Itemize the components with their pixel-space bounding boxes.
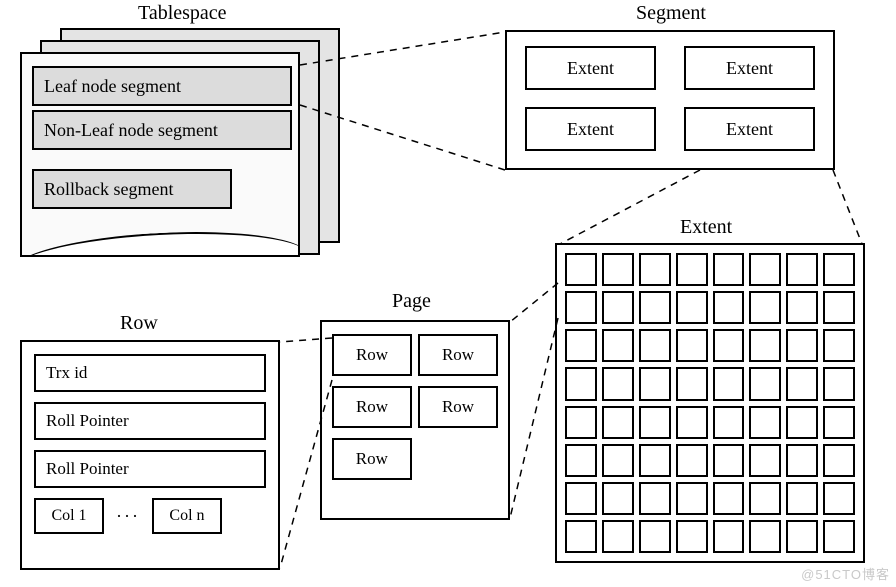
watermark: @51CTO博客 bbox=[801, 564, 890, 583]
extent-page-cell bbox=[676, 329, 708, 362]
row-field-rollptr1: Roll Pointer bbox=[34, 402, 266, 440]
extent-page-cell bbox=[602, 253, 634, 286]
row-field-rollptr2: Roll Pointer bbox=[34, 450, 266, 488]
tablespace-title: Tablespace bbox=[138, 2, 227, 25]
extent-page-cell bbox=[823, 520, 855, 553]
extent-page-cell bbox=[713, 367, 745, 400]
extent-page-cell bbox=[786, 520, 818, 553]
segment-leaf: Leaf node segment bbox=[32, 66, 292, 106]
row-field-trxid: Trx id bbox=[34, 354, 266, 392]
extent-page-cell bbox=[639, 482, 671, 515]
extent-page-cell bbox=[713, 329, 745, 362]
extent-page-cell bbox=[786, 291, 818, 324]
page-box: Row Row Row Row Row bbox=[320, 320, 510, 520]
extent-page-cell bbox=[639, 520, 671, 553]
segment-nonleaf: Non-Leaf node segment bbox=[32, 110, 292, 150]
extent-page-cell bbox=[676, 482, 708, 515]
extent-title: Extent bbox=[680, 216, 732, 239]
extent-page-cell bbox=[676, 444, 708, 477]
extent-page-cell bbox=[786, 482, 818, 515]
extent-page-cell bbox=[602, 329, 634, 362]
extent-page-cell bbox=[602, 482, 634, 515]
page-row-cell: Row bbox=[332, 438, 412, 480]
extent-page-cell bbox=[602, 520, 634, 553]
extent-page-cell bbox=[565, 406, 597, 439]
extent-page-cell bbox=[786, 367, 818, 400]
extent-page-cell bbox=[676, 406, 708, 439]
extent-page-cell bbox=[676, 520, 708, 553]
extent-page-cell bbox=[749, 329, 781, 362]
segment-extent-3: Extent bbox=[525, 107, 656, 151]
extent-page-cell bbox=[565, 291, 597, 324]
extent-page-cell bbox=[786, 444, 818, 477]
extent-page-cell bbox=[565, 329, 597, 362]
extent-page-cell bbox=[565, 367, 597, 400]
segment-extent-2: Extent bbox=[684, 46, 815, 90]
row-col-last: Col n bbox=[152, 498, 222, 534]
page-row-cell: Row bbox=[418, 386, 498, 428]
extent-page-cell bbox=[749, 253, 781, 286]
extent-page-cell bbox=[639, 444, 671, 477]
extent-page-cell bbox=[823, 482, 855, 515]
extent-page-cell bbox=[565, 444, 597, 477]
extent-page-cell bbox=[786, 406, 818, 439]
extent-page-cell bbox=[823, 329, 855, 362]
extent-page-cell bbox=[749, 482, 781, 515]
extent-page-cell bbox=[713, 444, 745, 477]
segment-extent-1: Extent bbox=[525, 46, 656, 90]
tablespace-stack: Leaf node segment Non-Leaf node segment … bbox=[20, 28, 340, 268]
segment-rollback: Rollback segment bbox=[32, 169, 232, 209]
extent-page-cell bbox=[639, 406, 671, 439]
extent-page-cell bbox=[786, 329, 818, 362]
page-row-cell: Row bbox=[332, 386, 412, 428]
extent-page-cell bbox=[749, 291, 781, 324]
page-title: Page bbox=[392, 290, 431, 313]
extent-page-cell bbox=[639, 291, 671, 324]
extent-page-cell bbox=[749, 367, 781, 400]
page-row-cell: Row bbox=[418, 334, 498, 376]
extent-page-cell bbox=[823, 253, 855, 286]
extent-page-cell bbox=[602, 444, 634, 477]
extent-page-cell bbox=[823, 367, 855, 400]
extent-page-cell bbox=[823, 291, 855, 324]
extent-page-cell bbox=[749, 444, 781, 477]
extent-page-cell bbox=[565, 482, 597, 515]
row-title: Row bbox=[120, 312, 158, 335]
extent-page-cell bbox=[713, 520, 745, 553]
extent-page-cell bbox=[713, 482, 745, 515]
segment-extent-4: Extent bbox=[684, 107, 815, 151]
extent-page-cell bbox=[786, 253, 818, 286]
row-col-first: Col 1 bbox=[34, 498, 104, 534]
extent-page-cell bbox=[639, 367, 671, 400]
extent-page-cell bbox=[639, 253, 671, 286]
extent-page-cell bbox=[602, 367, 634, 400]
extent-page-cell bbox=[713, 253, 745, 286]
extent-page-cell bbox=[676, 367, 708, 400]
extent-page-cell bbox=[823, 406, 855, 439]
row-columns: Col 1 ··· Col n bbox=[34, 498, 266, 534]
segment-box: Extent Extent Extent Extent bbox=[505, 30, 835, 170]
extent-page-cell bbox=[639, 329, 671, 362]
extent-page-cell bbox=[676, 291, 708, 324]
extent-grid bbox=[555, 243, 865, 563]
extent-page-cell bbox=[823, 444, 855, 477]
extent-page-cell bbox=[602, 291, 634, 324]
extent-page-cell bbox=[602, 406, 634, 439]
page-row-cell: Row bbox=[332, 334, 412, 376]
tablespace-layer-front: Leaf node segment Non-Leaf node segment … bbox=[20, 52, 300, 257]
extent-page-cell bbox=[749, 520, 781, 553]
segment-title: Segment bbox=[636, 2, 706, 25]
extent-page-cell bbox=[749, 406, 781, 439]
extent-page-cell bbox=[713, 291, 745, 324]
row-detail-box: Trx id Roll Pointer Roll Pointer Col 1 ·… bbox=[20, 340, 280, 570]
extent-page-cell bbox=[565, 253, 597, 286]
extent-page-cell bbox=[565, 520, 597, 553]
row-col-ellipsis: ··· bbox=[116, 506, 140, 527]
extent-page-cell bbox=[676, 253, 708, 286]
extent-page-cell bbox=[713, 406, 745, 439]
